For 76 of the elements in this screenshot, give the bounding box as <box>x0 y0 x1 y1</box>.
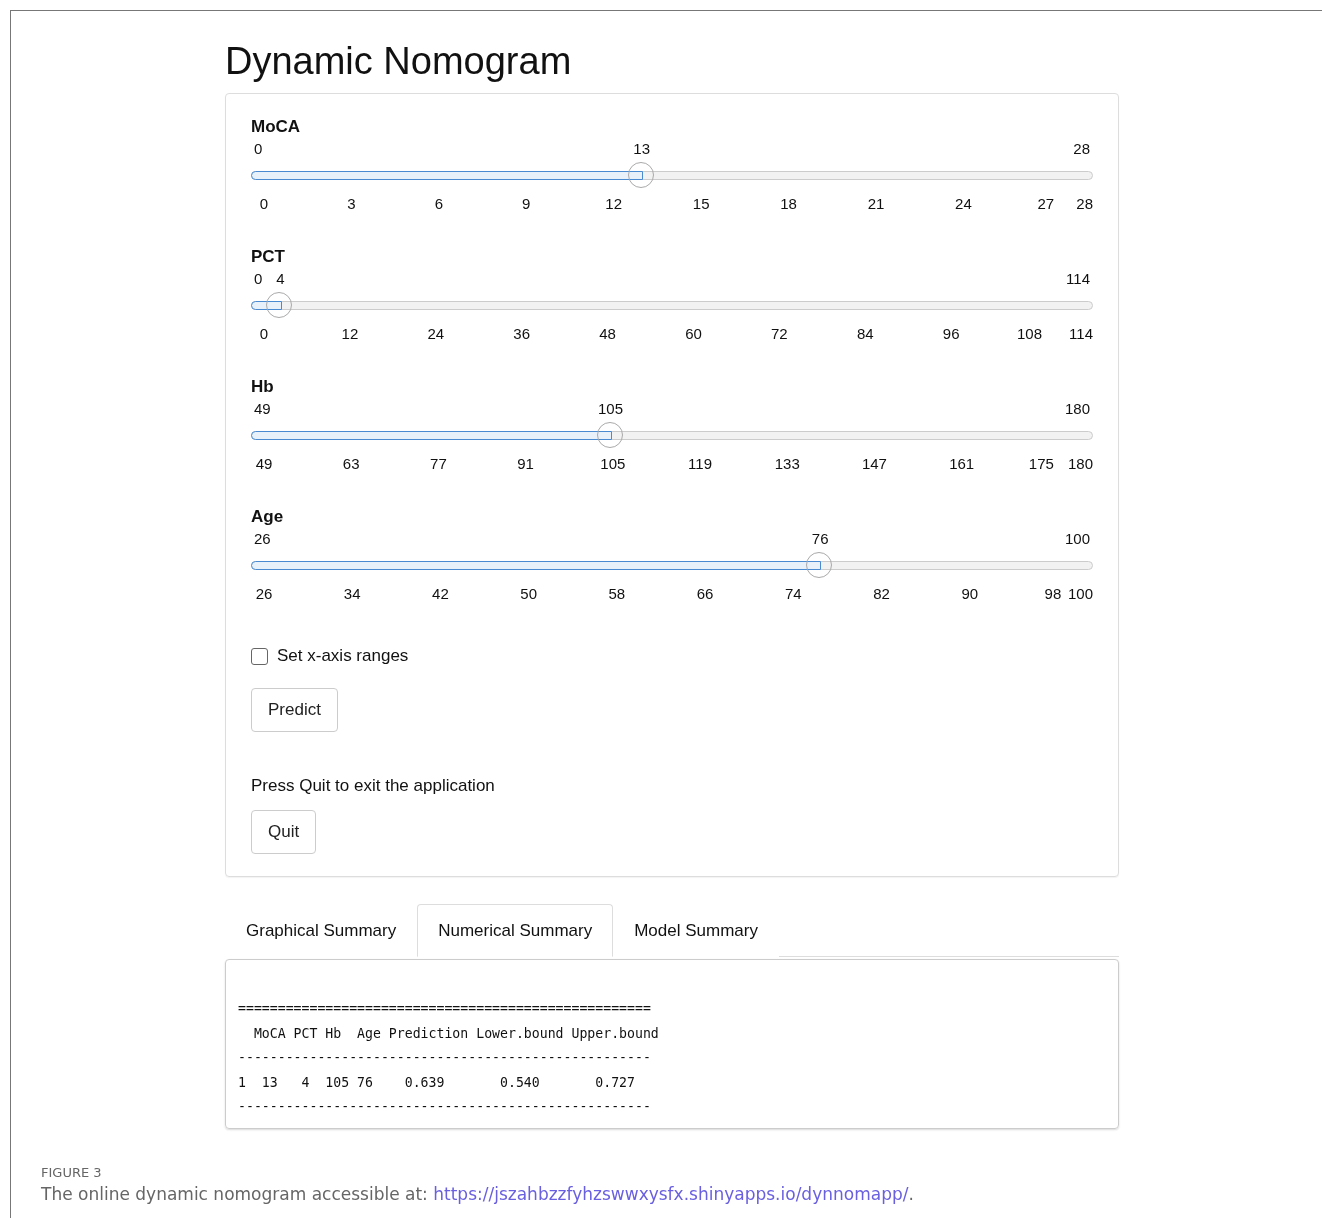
tick-label: 72 <box>771 325 788 343</box>
tick-label: 42 <box>432 585 449 603</box>
tick-label: 48 <box>599 325 616 343</box>
tab[interactable]: Numerical Summary <box>417 904 614 957</box>
tick-label: 58 <box>608 585 626 603</box>
figure-caption: The online dynamic nomogram accessible at: https://jszahbzzfyhzswwxysfx.shinyapps.io/dynnomapp/. <box>41 1184 914 1204</box>
tick-label: 180 <box>1067 455 1093 473</box>
tick-label: 24 <box>427 325 445 343</box>
tick-label: 60 <box>685 325 702 343</box>
max-label: 114 <box>1066 270 1090 288</box>
tick-label: 161 <box>949 455 975 473</box>
quit-instruction: Press Quit to exit the application <box>251 776 496 796</box>
tick-label: 82 <box>873 585 890 603</box>
tick-label: 21 <box>867 195 885 213</box>
max-label: 100 <box>1064 530 1090 548</box>
tick-label: 28 <box>1076 195 1093 213</box>
checkbox[interactable]: Set x-axis ranges <box>251 646 1093 666</box>
tick-label: 147 <box>861 455 887 473</box>
value-label: 76 <box>811 530 829 548</box>
output-line: 1 13 4 105 76 0.639 0.540 0.727 <box>238 1073 636 1092</box>
quit-button[interactable]: Quit <box>251 810 317 854</box>
tick-label: 6 <box>434 195 443 213</box>
tick-label: 133 <box>774 455 800 473</box>
tick-label: 114 <box>1069 325 1093 343</box>
slider-label: PCT <box>251 246 286 268</box>
tick-label: 98 <box>1044 585 1062 603</box>
checkbox-label: Set x-axis ranges <box>277 646 409 666</box>
tick-label: 12 <box>605 195 623 213</box>
tick-label: 12 <box>341 325 359 343</box>
tick-label: 91 <box>517 455 534 473</box>
tick-label: 34 <box>343 585 361 603</box>
tick-label: 36 <box>513 325 530 343</box>
value-label: 13 <box>633 140 651 158</box>
tick-label: 90 <box>961 585 979 603</box>
tick-label: 63 <box>342 455 360 473</box>
tick-label: 0 <box>259 195 269 213</box>
value-label: 4 <box>276 270 285 288</box>
app-title: Dynamic Nomogram <box>225 41 573 81</box>
tick-label: 49 <box>255 455 273 473</box>
predict-button[interactable]: Predict <box>251 688 338 732</box>
tick-label: 15 <box>692 195 710 213</box>
checkbox-box[interactable] <box>251 647 268 665</box>
output-line: ==================================================== <box>238 1000 652 1018</box>
tick-label: 26 <box>255 585 273 603</box>
min-label: 26 <box>254 530 271 548</box>
tick-label: 77 <box>430 455 447 473</box>
tick-label: 84 <box>856 325 874 343</box>
tick-label: 18 <box>780 195 797 213</box>
tick-label: 3 <box>347 195 356 213</box>
tick-label: 74 <box>784 585 802 603</box>
slider-label: Age <box>251 506 285 528</box>
value-label: 105 <box>598 400 624 418</box>
tick-label: 27 <box>1037 195 1055 213</box>
max-label: 28 <box>1073 140 1090 158</box>
max-label: 180 <box>1064 400 1090 418</box>
slider-label: Hb <box>251 376 275 398</box>
tick-label: 96 <box>942 325 960 343</box>
tick-label: 24 <box>955 195 972 213</box>
output-line: MoCA PCT Hb Age Prediction Lower.bound Upper.bound <box>252 1024 660 1043</box>
tick-label: 105 <box>600 455 626 473</box>
caption-link[interactable]: https://jszahbzzfyhzswwxysfx.shinyapps.io/dynnomapp/ <box>433 1184 909 1204</box>
slider-label: MoCA <box>251 116 302 138</box>
tick-label: 0 <box>259 325 269 343</box>
min-label: 49 <box>254 400 271 418</box>
output-line: ---------------------------------------------------- <box>238 1098 652 1116</box>
output-line: ---------------------------------------------------- <box>238 1049 652 1067</box>
tick-label: 50 <box>520 585 537 603</box>
tick-label: 108 <box>1017 325 1043 343</box>
tick-label: 100 <box>1067 585 1093 603</box>
min-label: 0 <box>254 270 263 288</box>
tick-label: 175 <box>1028 455 1054 473</box>
tick-label: 119 <box>688 455 712 473</box>
tick-label: 9 <box>522 195 531 213</box>
figure-label: FIGURE 3 <box>41 1165 103 1180</box>
min-label: 0 <box>254 140 263 158</box>
tick-label: 66 <box>696 585 714 603</box>
